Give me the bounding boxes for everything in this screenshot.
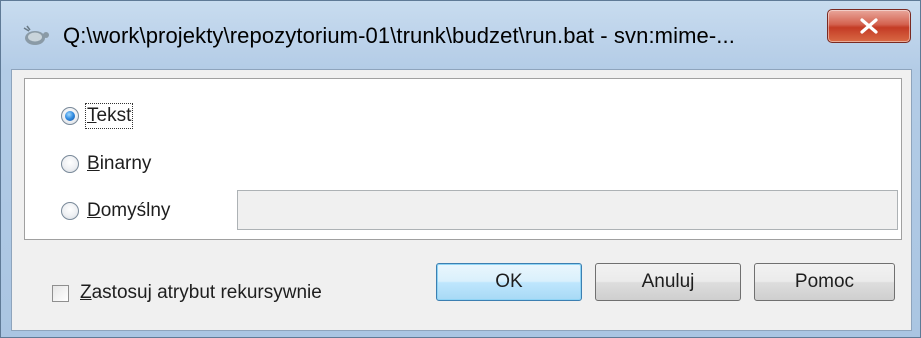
recursive-option-row[interactable]: Zastosuj atrybut rekursywnie: [52, 282, 322, 304]
binary-radio-label[interactable]: Binarny: [87, 153, 151, 175]
default-radio-label[interactable]: Domyślny: [87, 200, 170, 222]
title-bar[interactable]: Q:\work\projekty\repozytorium-01\trunk\b…: [1, 1, 920, 71]
default-value-field[interactable]: [237, 190, 898, 230]
option-binary-row[interactable]: Binarny: [61, 153, 151, 175]
ok-button[interactable]: OK: [436, 263, 582, 301]
text-radio-label[interactable]: Tekst: [84, 103, 134, 129]
text-radio[interactable]: [61, 107, 79, 125]
tortoisesvn-icon: [21, 25, 51, 47]
close-icon: [860, 18, 878, 34]
recursive-checkbox[interactable]: [52, 284, 69, 302]
default-radio[interactable]: [61, 202, 79, 220]
binary-radio[interactable]: [61, 155, 79, 173]
dialog-window: Q:\work\projekty\repozytorium-01\trunk\b…: [0, 0, 921, 338]
option-default-row[interactable]: Domyślny: [61, 200, 170, 222]
help-button[interactable]: Pomoc: [754, 263, 895, 301]
close-button[interactable]: [827, 9, 911, 43]
mime-type-options-group: Tekst Binarny Domyślny: [24, 78, 902, 240]
option-text-row[interactable]: Tekst: [61, 103, 134, 129]
dialog-client-area: Tekst Binarny Domyślny Zastosuj atrybut …: [11, 69, 912, 331]
cancel-button[interactable]: Anuluj: [595, 263, 741, 301]
recursive-checkbox-label[interactable]: Zastosuj atrybut rekursywnie: [80, 282, 322, 304]
window-title: Q:\work\projekty\repozytorium-01\trunk\b…: [63, 23, 735, 48]
